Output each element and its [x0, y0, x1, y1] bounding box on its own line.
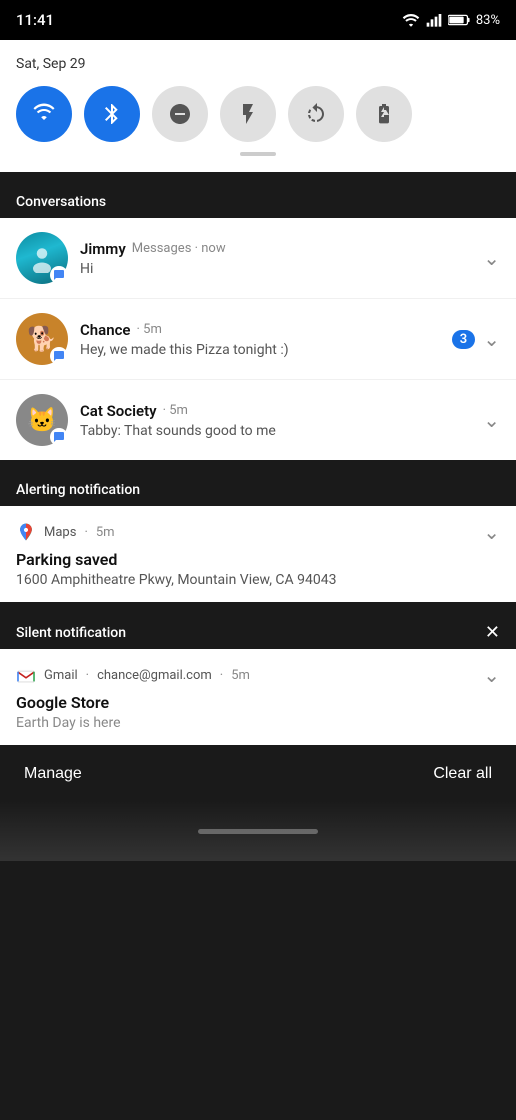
conv-name-chance: Chance: [80, 321, 131, 339]
conv-meta-catsociety: · 5m: [163, 403, 188, 418]
flashlight-toggle[interactable]: [220, 86, 276, 142]
alerting-dot: ·: [84, 525, 87, 540]
conversation-item-jimmy[interactable]: Jimmy Messages · now Hi ⌄: [0, 218, 516, 299]
avatar-wrap-jimmy: [16, 232, 68, 284]
batterysaver-toggle[interactable]: [356, 86, 412, 142]
expand-catsociety[interactable]: ⌄: [483, 408, 500, 432]
avatar-wrap-catsociety: 🐱: [16, 394, 68, 446]
alerting-body: 1600 Amphitheatre Pkwy, Mountain View, C…: [16, 572, 500, 588]
conversations-header: Conversations: [0, 182, 516, 218]
autorotate-toggle-icon: [304, 102, 328, 126]
expand-gmail[interactable]: ⌄: [483, 663, 500, 687]
messages-icon-chance: [53, 350, 65, 362]
bottom-area: [0, 801, 516, 861]
conv-actions-chance: 3 ⌄: [452, 327, 500, 351]
conv-header-jimmy: Jimmy Messages · now: [80, 240, 483, 258]
conv-header-chance: Chance · 5m: [80, 321, 452, 339]
gmail-notification-title: Google Store: [16, 693, 500, 712]
conv-actions-catsociety: ⌄: [483, 408, 500, 432]
unread-badge-chance: 3: [452, 330, 475, 349]
conv-name-jimmy: Jimmy: [80, 240, 126, 258]
silent-label: Silent notification: [16, 625, 126, 641]
conv-message-jimmy: Hi: [80, 261, 483, 277]
conversation-item-chance[interactable]: 🐕 Chance · 5m Hey, we made this Pizza to…: [0, 299, 516, 380]
wifi-toggle[interactable]: [16, 86, 72, 142]
conv-message-chance: Hey, we made this Pizza tonight :): [80, 342, 452, 358]
bottom-bar: Manage Clear all: [0, 747, 516, 801]
bluetooth-toggle[interactable]: [84, 86, 140, 142]
conv-content-catsociety: Cat Society · 5m Tabby: That sounds good…: [80, 402, 483, 439]
gap-3: [0, 602, 516, 612]
signal-icon: [426, 13, 442, 27]
gmail-icon: [16, 667, 36, 683]
bluetooth-toggle-icon: [100, 102, 124, 126]
gap-1: [0, 172, 516, 182]
toggle-row: [16, 86, 500, 142]
clear-all-button[interactable]: Clear all: [433, 765, 492, 783]
conv-actions-jimmy: ⌄: [483, 246, 500, 270]
gmail-app-name: Gmail: [44, 668, 78, 683]
gmail-sender: chance@gmail.com: [97, 668, 212, 683]
battery-percentage: 83%: [476, 13, 500, 28]
quick-settings-panel: Sat, Sep 29: [0, 40, 516, 172]
expand-alerting[interactable]: ⌄: [483, 520, 500, 544]
conv-header-catsociety: Cat Society · 5m: [80, 402, 483, 420]
alerting-app-name: Maps: [44, 525, 76, 540]
close-silent-button[interactable]: ✕: [485, 622, 500, 643]
batterysaver-toggle-icon: [372, 102, 396, 126]
conv-content-chance: Chance · 5m Hey, we made this Pizza toni…: [80, 321, 452, 358]
gmail-dot-1: ·: [86, 668, 89, 683]
silent-section-header: Silent notification ✕: [0, 612, 516, 649]
avatar-wrap-chance: 🐕: [16, 313, 68, 365]
home-indicator: [198, 829, 318, 834]
gmail-time: 5m: [231, 668, 250, 683]
drag-handle: [240, 152, 276, 156]
manage-button[interactable]: Manage: [24, 765, 82, 783]
message-badge-chance: [50, 347, 68, 365]
battery-icon: [448, 14, 470, 26]
conv-meta-chance: · 5m: [137, 322, 162, 337]
gmail-dot-2: ·: [220, 668, 223, 683]
gmail-notification-header: Gmail · chance@gmail.com · 5m ⌄: [16, 663, 500, 687]
wifi-icon: [402, 13, 420, 27]
conversations-card: Jimmy Messages · now Hi ⌄ 🐕 Chance · 5m: [0, 218, 516, 460]
flashlight-toggle-icon: [236, 102, 260, 126]
status-icons: 83%: [402, 13, 500, 28]
conv-content-jimmy: Jimmy Messages · now Hi: [80, 240, 483, 277]
alerting-app-info: Maps · 5m: [16, 522, 115, 542]
alerting-notification-header: Maps · 5m ⌄: [16, 520, 500, 544]
conv-name-catsociety: Cat Society: [80, 402, 157, 420]
gmail-notification-card[interactable]: Gmail · chance@gmail.com · 5m ⌄ Google S…: [0, 649, 516, 745]
conv-message-catsociety: Tabby: That sounds good to me: [80, 423, 483, 439]
message-badge-jimmy: [50, 266, 68, 284]
maps-icon: [16, 522, 36, 542]
alerting-title: Parking saved: [16, 550, 500, 569]
date-label: Sat, Sep 29: [16, 56, 500, 72]
alerting-header: Alerting notification: [0, 470, 516, 506]
status-bar: 11:41 83%: [0, 0, 516, 40]
alerting-notification-card[interactable]: Maps · 5m ⌄ Parking saved 1600 Amphithea…: [0, 506, 516, 602]
messages-icon-catsociety: [53, 431, 65, 443]
conversation-item-catsociety[interactable]: 🐱 Cat Society · 5m Tabby: That sounds go…: [0, 380, 516, 460]
gap-2: [0, 460, 516, 470]
gmail-app-info: Gmail · chance@gmail.com · 5m: [16, 667, 250, 683]
dnd-toggle[interactable]: [152, 86, 208, 142]
conv-meta-jimmy: Messages · now: [132, 241, 226, 256]
autorotate-toggle[interactable]: [288, 86, 344, 142]
message-badge-catsociety: [50, 428, 68, 446]
dnd-toggle-icon: [168, 102, 192, 126]
gmail-notification-body: Earth Day is here: [16, 715, 500, 731]
alerting-time: 5m: [96, 525, 115, 540]
expand-chance[interactable]: ⌄: [483, 327, 500, 351]
expand-jimmy[interactable]: ⌄: [483, 246, 500, 270]
messages-icon-jimmy: [53, 269, 65, 281]
status-time: 11:41: [16, 11, 54, 29]
wifi-toggle-icon: [32, 102, 56, 126]
